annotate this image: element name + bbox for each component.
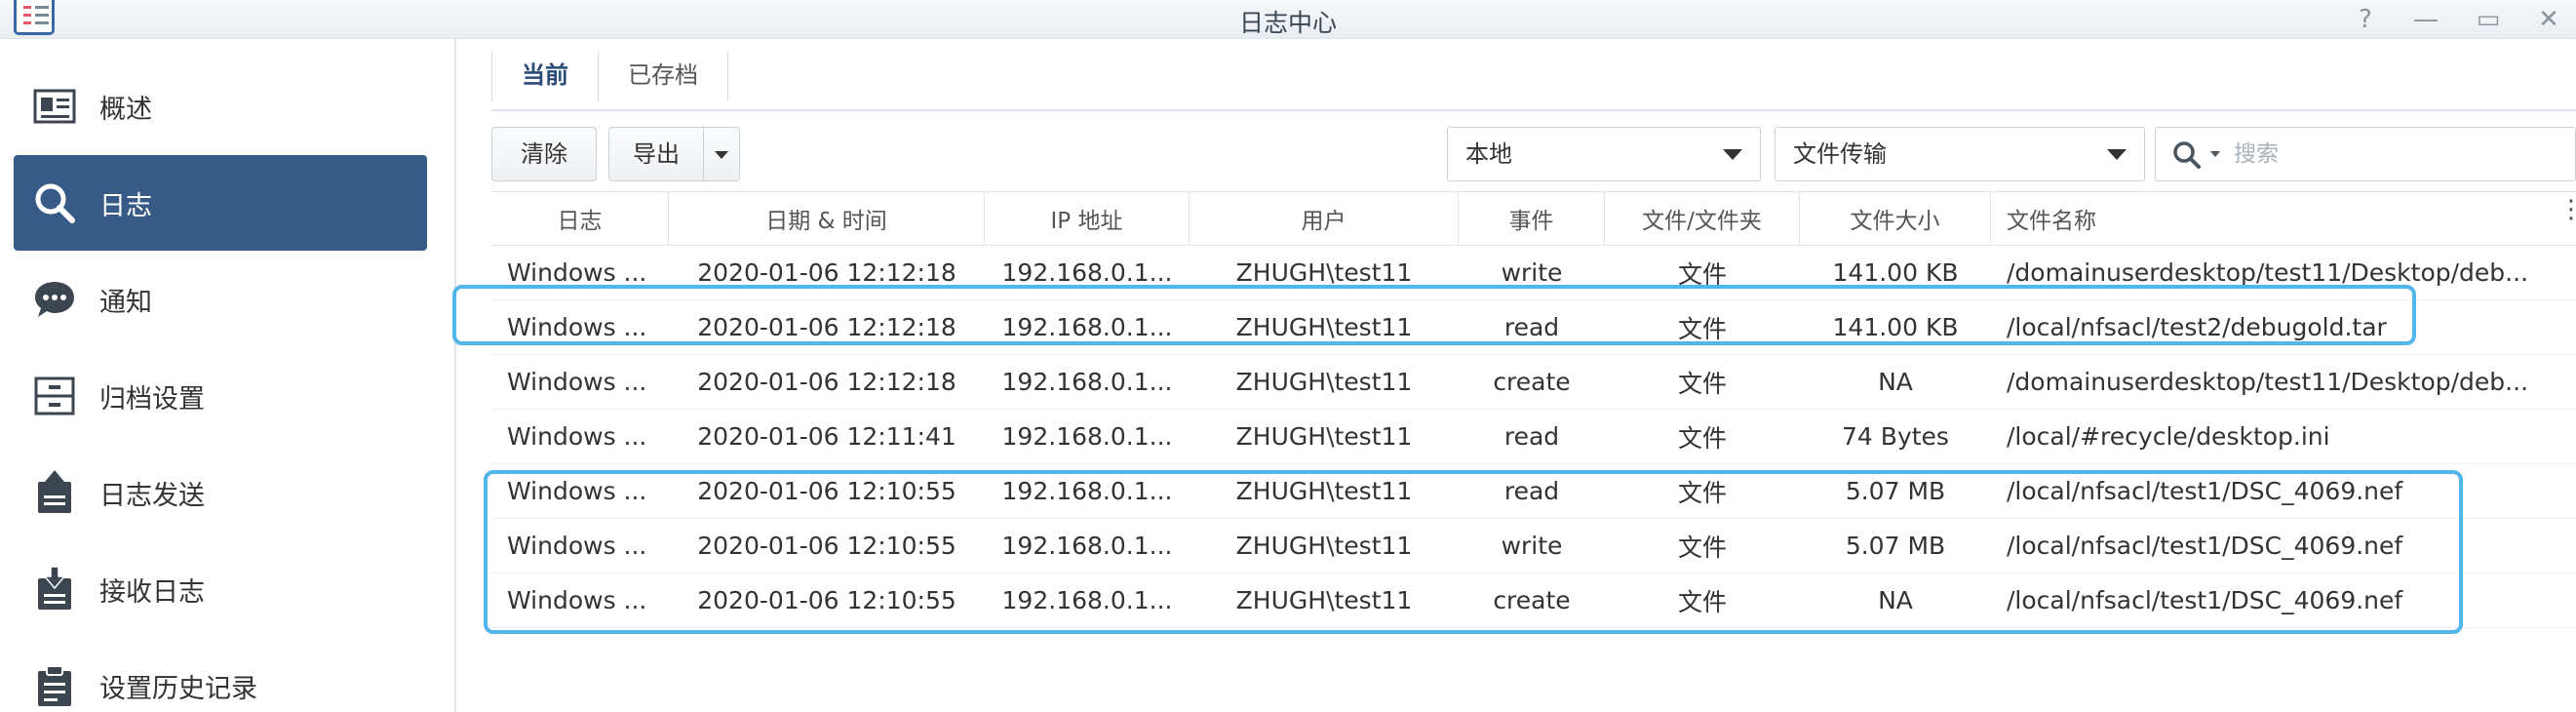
column-menu-icon[interactable]: ⋮ [2558,197,2576,222]
sidebar-item-label: 日志发送 [99,480,205,511]
column-header-user[interactable]: 用户 [1190,192,1459,245]
main-panel: 当前 已存档 清除 导出 本地 文件传输 搜索 日志 日期 & 时间 IP 地址… [452,39,2576,712]
event-cell: read [1503,422,1560,451]
clear-button[interactable]: 清除 [491,127,597,181]
column-header-file-size[interactable]: 文件大小 [1800,192,1991,245]
column-header-ip[interactable]: IP 地址 [985,192,1190,245]
search-icon [31,179,78,226]
ip-cell: 192.168.0.1... [1001,368,1173,396]
table-row[interactable]: Windows ... 2020-01-06 12:12:18 192.168.0.… [491,355,2576,410]
toolbar: 清除 导出 本地 文件传输 搜索 [491,127,2576,183]
sidebar-item-label: 日志 [99,190,152,221]
sidebar-item-label: 概述 [99,94,152,125]
highlight-box-row-2 [452,285,2416,345]
chevron-down-icon [2210,151,2220,157]
sidebar-item-label: 归档设置 [99,383,205,415]
send-log-icon [31,469,78,516]
export-button[interactable]: 导出 [608,127,704,181]
log-type-cell: Windows ... [507,368,647,396]
search-icon [2171,139,2205,177]
sidebar-item-label: 设置历史记录 [99,673,257,704]
sidebar-item-receive-log[interactable]: 接收日志 [14,541,427,637]
search-input[interactable]: 搜索 [2155,127,2576,181]
sidebar-item-overview[interactable]: 概述 [14,59,427,154]
tab-current[interactable]: 当前 [491,51,599,101]
tab-divider [491,109,2576,111]
receive-log-icon [31,566,78,613]
user-cell: ZHUGH\test11 [1235,422,1413,451]
tab-archived[interactable]: 已存档 [598,51,728,101]
sidebar: 概述 日志 通知 归档设置 日志发送 接收日志 设置历史记录 [0,39,456,712]
file-name-cell: /domainuserdesktop/test11/Desktop/deb... [2007,368,2529,396]
sidebar-item-settings-history[interactable]: 设置历史记录 [14,638,427,712]
chevron-down-icon [1723,149,1742,160]
datetime-cell: 2020-01-06 12:12:18 [697,368,956,396]
type-select[interactable]: 文件传输 [1775,127,2145,181]
location-select-value: 本地 [1465,140,1512,168]
column-header-file-folder[interactable]: 文件/文件夹 [1605,192,1800,245]
sidebar-item-archive-settings[interactable]: 归档设置 [14,348,427,444]
history-clipboard-icon [31,662,78,709]
export-dropdown-button[interactable] [703,127,740,181]
column-header-event[interactable]: 事件 [1459,192,1605,245]
column-header-file-name[interactable]: 文件名称 [1991,192,2549,245]
maximize-icon[interactable]: ▭ [2469,4,2508,35]
file-size-cell: 74 Bytes [1842,422,1949,451]
file-name-cell: /local/#recycle/desktop.ini [2007,422,2330,451]
event-cell: create [1493,368,1571,396]
file-type-cell: 文件 [1677,369,1727,398]
help-icon[interactable]: ? [2346,4,2385,35]
window-title: 日志中心 [1238,9,1337,37]
overview-card-icon [31,83,78,130]
ip-cell: 192.168.0.1... [1001,422,1173,451]
sidebar-item-notification[interactable]: 通知 [14,252,427,347]
chevron-down-icon [715,151,728,159]
archive-icon [31,373,78,419]
close-icon[interactable]: ✕ [2529,4,2568,35]
file-size-cell: NA [1878,368,1913,396]
search-placeholder: 搜索 [2234,141,2279,167]
table-header: 日志 日期 & 时间 IP 地址 用户 事件 文件/文件夹 文件大小 文件名称 … [491,191,2576,246]
sidebar-item-log-sending[interactable]: 日志发送 [14,445,427,540]
tab-bar: 当前 已存档 [491,51,728,101]
sidebar-item-log[interactable]: 日志 [14,155,427,251]
title-bar: 日志中心 ? — ▭ ✕ [0,0,2576,39]
user-cell: ZHUGH\test11 [1235,368,1413,396]
chevron-down-icon [2107,149,2127,160]
file-type-cell: 文件 [1677,423,1727,453]
sidebar-item-label: 接收日志 [99,576,205,608]
type-select-value: 文件传输 [1793,140,1887,168]
minimize-icon[interactable]: — [2406,4,2445,35]
highlight-box-rows-5-7 [484,470,2463,634]
sidebar-item-label: 通知 [99,287,152,318]
log-type-cell: Windows ... [507,422,647,451]
datetime-cell: 2020-01-06 12:11:41 [697,422,956,451]
column-header-datetime[interactable]: 日期 & 时间 [669,192,985,245]
location-select[interactable]: 本地 [1447,127,1761,181]
table-row[interactable]: Windows ... 2020-01-06 12:11:41 192.168.0.… [491,410,2576,464]
chat-bubble-icon [31,276,78,323]
column-header-log[interactable]: 日志 [491,192,669,245]
